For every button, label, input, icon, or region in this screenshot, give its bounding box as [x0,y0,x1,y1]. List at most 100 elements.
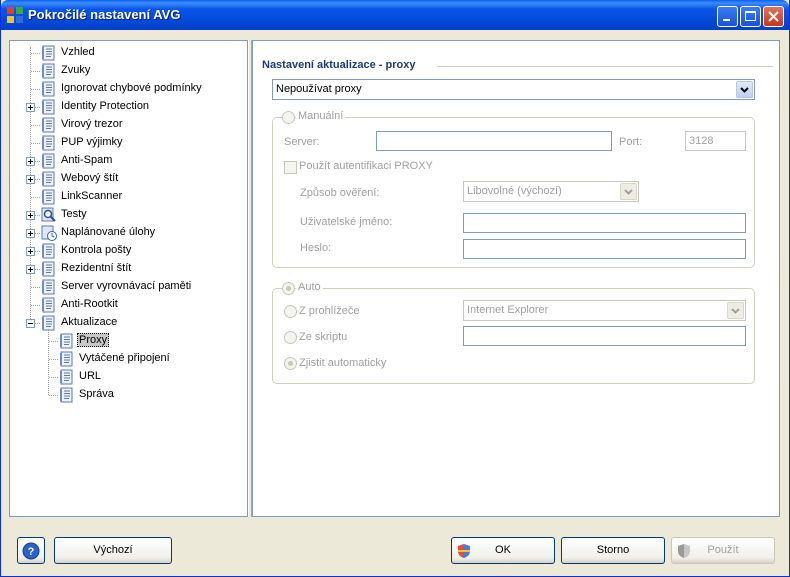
tree-item[interactable]: Virový trezor [10,116,245,134]
expand-icon[interactable] [26,211,35,220]
browser-value: Internet Explorer [467,304,549,316]
expand-icon[interactable] [26,157,35,166]
tree-item-label: Virový trezor [61,118,123,130]
tree-item[interactable]: LinkScanner [10,188,245,206]
window-title: Pokročilé nastavení AVG [28,7,181,22]
section-title: Nastavení aktualizace - proxy [262,59,416,71]
detect-label: Zjistit automaticky [299,357,387,369]
auth-method-label: Způsob ověření: [300,187,380,199]
tree-connector-line [49,395,58,396]
default-button[interactable]: Výchozí [54,537,172,564]
tree-item[interactable]: Anti-Rootkit [10,296,245,314]
default-button-label: Výchozí [93,544,133,556]
script-label: Ze skriptu [299,331,348,343]
script-radio[interactable] [284,331,297,344]
tree-subitem-label: URL [79,370,102,382]
tree-item[interactable]: Identity Protection [10,98,245,116]
tree-item[interactable]: Webový štít [10,170,245,188]
tree-item[interactable]: Vzhled [10,44,245,62]
tree-connector-line [31,71,40,72]
tree-item[interactable]: Naplánované úlohy [10,224,245,242]
browser-radio[interactable] [284,305,297,318]
script-input[interactable] [463,326,746,346]
tree-connector-line [31,125,40,126]
manual-radio[interactable] [282,111,295,124]
tree-item-label: Webový štít [61,172,119,184]
cancel-button[interactable]: Storno [561,537,665,564]
tree-subitem[interactable]: Proxy [10,332,245,350]
server-label: Server: [284,136,320,148]
proxy-mode-value: Nepoužívat proxy [276,83,362,95]
maximize-button[interactable] [740,6,761,27]
tree-item-label: Naplánované úlohy [61,226,156,238]
tree-item-label: Server vyrovnávací paměti [61,280,192,292]
cancel-button-label: Storno [596,544,630,556]
expand-icon[interactable] [26,265,35,274]
tree-connector-line [31,197,40,198]
help-button[interactable]: ? [17,537,45,564]
browser-select[interactable]: Internet Explorer [463,300,746,321]
tree-item[interactable]: Anti-Spam [10,152,245,170]
ok-button-label: OK [495,544,511,556]
tree-subitem[interactable]: Správa [10,386,245,404]
tree-item[interactable]: Server vyrovnávací paměti [10,278,245,296]
chevron-down-icon[interactable] [620,183,637,200]
tree-item[interactable]: Kontrola pošty [10,242,245,260]
tree-item-label: Ignorovat chybové podmínky [61,82,202,94]
minimize-button[interactable] [717,6,738,27]
username-input[interactable] [463,213,746,233]
tree-connector-line [31,53,40,54]
tree-subitem-label: Proxy [77,333,110,347]
port-input[interactable]: 3128 [685,131,746,151]
tree-subitem[interactable]: URL [10,368,245,386]
tree-item[interactable]: PUP výjimky [10,134,245,152]
tree-subitem-label: Správa [79,388,114,400]
chevron-down-icon[interactable] [727,302,744,319]
auth-method-value: Libovolné (výchozí) [467,185,562,197]
minimize-icon [723,19,730,21]
port-label: Port: [619,136,643,148]
expand-icon[interactable] [26,247,35,256]
tree-item-label: Anti-Rootkit [61,298,118,310]
tree-subitem[interactable]: Vytáčené připojení [10,350,245,368]
tree-item-label: Zvuky [61,64,91,76]
settings-tree[interactable]: Vzhled Zvuky Ignorovat chybové podmínky Ide… [9,40,248,517]
ok-button[interactable]: OK [451,537,555,564]
tree-item[interactable]: Zvuky [10,62,245,80]
detect-radio[interactable] [284,357,297,370]
tree-item-label: PUP výjimky [61,136,123,148]
tree-connector-line [31,89,40,90]
auto-radio[interactable] [282,282,295,295]
password-input[interactable] [463,239,746,259]
tree-item[interactable]: Testy [10,206,245,224]
tree-item-label: Anti-Spam [61,154,113,166]
browser-label: Z prohlížeče [299,305,360,317]
tree-connector-line [31,305,40,306]
chevron-down-icon[interactable] [736,81,753,98]
tree-item[interactable]: Ignorovat chybové podmínky [10,80,245,98]
tree-connector-line [31,287,40,288]
server-input[interactable] [376,131,612,151]
collapse-icon[interactable] [26,319,35,328]
expand-icon[interactable] [26,103,35,112]
tree-subitem-label: Vytáčené připojení [79,352,170,364]
title-bar[interactable]: Pokročilé nastavení AVG [1,0,789,30]
close-button[interactable] [763,6,784,27]
help-icon: ? [22,542,40,560]
close-icon [768,11,779,22]
tree-item-label: Identity Protection [61,100,150,112]
auth-method-select[interactable]: Libovolné (výchozí) [463,181,639,202]
proxy-auth-checkbox[interactable] [284,161,297,174]
maximize-icon [745,11,756,21]
tree-item[interactable]: Rezidentní štít [10,260,245,278]
tree-item-label: LinkScanner [61,190,123,202]
tree-connector-line [49,341,58,342]
tree-item-label: Testy [61,208,87,220]
expand-icon[interactable] [26,175,35,184]
apply-button-label: Použít [707,544,739,556]
expand-icon[interactable] [26,229,35,238]
svg-text:?: ? [28,546,35,558]
tree-item[interactable]: Aktualizace [10,314,245,332]
proxy-mode-select[interactable]: Nepoužívat proxy [272,79,755,100]
apply-button[interactable]: Použít [671,537,775,564]
